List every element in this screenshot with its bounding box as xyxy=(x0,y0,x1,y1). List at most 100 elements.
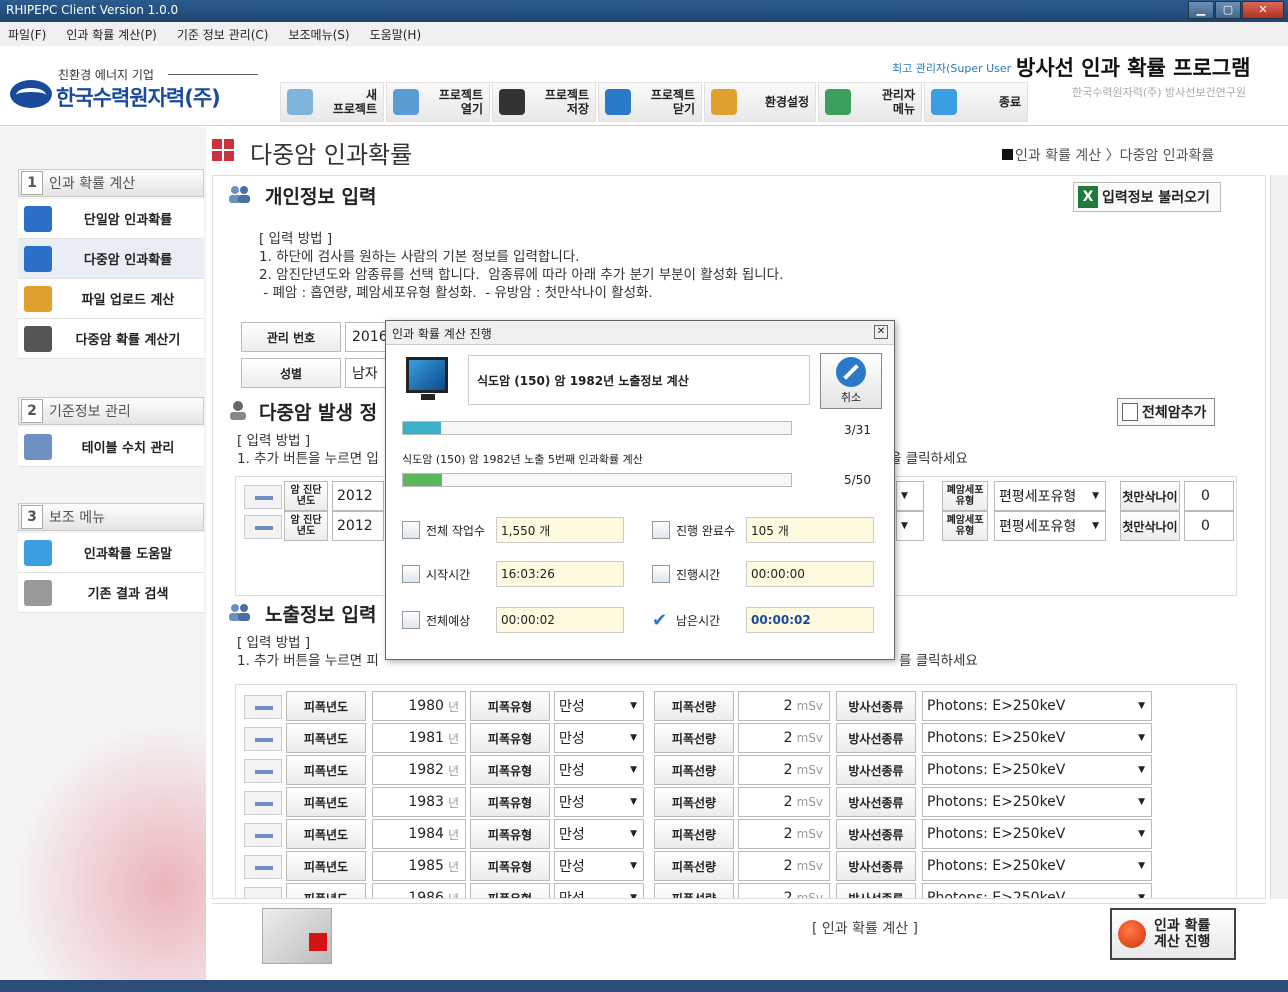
dose-input[interactable]: 2 mSv xyxy=(738,787,830,817)
cell-type-select[interactable]: 편평세포유형 ▼ xyxy=(994,511,1106,541)
remove-row-button[interactable] xyxy=(244,727,282,751)
exposure-year-input[interactable]: 1986 년 xyxy=(372,883,466,899)
dose-input[interactable]: 2 mSv xyxy=(738,755,830,785)
sidebar-item-0-2[interactable]: 파일 업로드 계산 xyxy=(18,279,204,319)
radiation-type-select[interactable]: Photons: E>250keV ▼ xyxy=(922,755,1152,785)
mgmt-number-label: 관리 번호 xyxy=(241,322,341,352)
menu-item-0[interactable]: 파일(F) xyxy=(8,26,46,42)
exposure-year-input[interactable]: 1980 년 xyxy=(372,691,466,721)
exposure-year-input[interactable]: 1982 년 xyxy=(372,755,466,785)
run-icon xyxy=(1118,920,1146,948)
exposure-type-select[interactable]: 만성 ▼ xyxy=(554,787,644,817)
first-birth-age-input[interactable]: 0 xyxy=(1184,511,1234,541)
first-birth-age-input[interactable]: 0 xyxy=(1184,481,1234,511)
sidebar-item-1-0[interactable]: 테이블 수치 관리 xyxy=(18,427,204,467)
sidebar-item-2-1[interactable]: 기존 결과 검색 xyxy=(18,573,204,613)
remove-row-button[interactable] xyxy=(244,515,282,539)
radiation-type-select[interactable]: Photons: E>250keV ▼ xyxy=(922,691,1152,721)
menu-item-2[interactable]: 기준 정보 관리(C) xyxy=(177,26,269,42)
radiation-type-label-text: 방사선종류 xyxy=(848,859,904,874)
personal-info-title: 개인정보 입력 xyxy=(265,186,377,208)
radiation-type-label-text: 방사선종류 xyxy=(848,699,904,714)
cell-dropdown[interactable]: ▼ xyxy=(896,481,924,511)
sidebar-item-2-0[interactable]: 인과확률 도움말 xyxy=(18,533,204,573)
remove-row-button[interactable] xyxy=(244,695,282,719)
run-calculation-label: 인과 확률 계산 진행 xyxy=(1154,918,1211,950)
radiation-type-select[interactable]: Photons: E>250keV ▼ xyxy=(922,787,1152,817)
exposure-type-select[interactable]: 만성 ▼ xyxy=(554,819,644,849)
cell-type-select[interactable]: 편평세포유형 ▼ xyxy=(994,481,1106,511)
year-unit: 년 xyxy=(447,859,459,874)
clock-icon xyxy=(652,565,670,583)
toolbar-button-6[interactable]: 종료 xyxy=(924,82,1028,122)
exposure-year-input[interactable]: 1985 년 xyxy=(372,851,466,881)
dialog-close-button[interactable]: ✕ xyxy=(874,325,888,339)
add-all-cancer-button[interactable]: 전체암추가 xyxy=(1117,398,1216,426)
sidebar-item-0-3[interactable]: 다중암 확률 계산기 xyxy=(18,319,204,359)
close-window-button[interactable]: ✕ xyxy=(1242,1,1284,19)
dose-input-text: 2 xyxy=(783,858,793,874)
exposure-year-input-text: 1981 xyxy=(408,730,444,746)
toolbar-button-4[interactable]: 환경설정 xyxy=(704,82,816,122)
sidebar-item-label: 기존 결과 검색 xyxy=(87,587,169,602)
menu-item-1[interactable]: 인과 확률 계산(P) xyxy=(66,26,156,42)
exposure-year-input[interactable]: 1984 년 xyxy=(372,819,466,849)
dialog-title: 인과 확률 계산 진행 xyxy=(392,327,492,341)
dropdown-caret-icon: ▼ xyxy=(630,893,637,899)
cancer-year-select[interactable]: 2012 xyxy=(332,511,384,541)
dose-input[interactable]: 2 mSv xyxy=(738,883,830,898)
load-input-button[interactable]: X 입력정보 불러오기 xyxy=(1073,182,1221,212)
cancel-button[interactable]: 취소 xyxy=(820,353,882,409)
remove-row-button[interactable] xyxy=(244,887,282,898)
dropdown-caret-icon: ▼ xyxy=(901,491,908,501)
dose-input[interactable]: 2 mSv xyxy=(738,691,830,721)
exposure-type-select[interactable]: 만성 ▼ xyxy=(554,723,644,753)
toolbar-button-0[interactable]: 새 프로젝트 xyxy=(280,82,384,122)
year-unit: 년 xyxy=(447,891,459,899)
sidebar-item-0-0[interactable]: 단일암 인과확률 xyxy=(18,199,204,239)
remove-row-button[interactable] xyxy=(244,855,282,879)
menu-item-4[interactable]: 도움말(H) xyxy=(370,26,422,42)
save-icon xyxy=(499,89,525,115)
cell-dropdown[interactable]: ▼ xyxy=(896,511,924,541)
exposure-row: 피폭년도 1985 년 피폭유형 만성 ▼ 피폭선량 2 mSv 방사선종류 Photons: E>… xyxy=(286,851,1206,881)
minimize-button[interactable]: ▁ xyxy=(1188,1,1214,19)
remove-row-button[interactable] xyxy=(244,823,282,847)
dose-input[interactable]: 2 mSv xyxy=(738,851,830,881)
task-icon xyxy=(652,521,670,539)
menu-item-3[interactable]: 보조메뉴(S) xyxy=(288,26,349,42)
section-title: 기준정보 관리 xyxy=(49,404,131,420)
exposure-type-select[interactable]: 만성 ▼ xyxy=(554,883,644,899)
toolbar-button-5[interactable]: 관리자 메뉴 xyxy=(818,82,922,122)
decorative-ribbon xyxy=(0,707,206,992)
first-birth-age-input-text: 0 xyxy=(1201,488,1210,504)
radiation-type-select[interactable]: Photons: E>250keV ▼ xyxy=(922,723,1152,753)
vertical-scrollbar[interactable] xyxy=(1270,175,1288,899)
toolbar-button-3[interactable]: 프로젝트 닫기 xyxy=(598,82,702,122)
cancer-year-select[interactable]: 2012 xyxy=(332,481,384,511)
exposure-row-area: 피폭년도 1980 년 피폭유형 만성 ▼ 피폭선량 2 mSv 방사선종류 Photons: E>… xyxy=(235,684,1237,899)
maximize-button[interactable]: ▢ xyxy=(1215,1,1241,19)
toolbar-button-2[interactable]: 프로젝트 저장 xyxy=(492,82,596,122)
sidebar: 1 인과 확률 계산 단일암 인과확률 다중암 인과확률 파일 업로드 계산 다중암 확률… xyxy=(0,127,206,992)
exposure-year-input[interactable]: 1983 년 xyxy=(372,787,466,817)
search-icon xyxy=(24,579,52,606)
radiation-type-select[interactable]: Photons: E>250keV ▼ xyxy=(922,819,1152,849)
dose-input[interactable]: 2 mSv xyxy=(738,819,830,849)
remove-row-button[interactable] xyxy=(244,791,282,815)
dose-input[interactable]: 2 mSv xyxy=(738,723,830,753)
radiation-type-select[interactable]: Photons: E>250keV ▼ xyxy=(922,883,1152,898)
exposure-type-select[interactable]: 만성 ▼ xyxy=(554,851,644,881)
exposure-type-select[interactable]: 만성 ▼ xyxy=(554,691,644,721)
remove-row-button[interactable] xyxy=(244,759,282,783)
sidebar-item-0-1[interactable]: 다중암 인과확률 xyxy=(18,239,204,279)
remove-row-button[interactable] xyxy=(244,485,282,509)
cube-icon xyxy=(24,205,52,232)
exposure-year-input[interactable]: 1981 년 xyxy=(372,723,466,753)
toolbar-button-1[interactable]: 프로젝트 열기 xyxy=(386,82,490,122)
run-calculation-button[interactable]: 인과 확률 계산 진행 xyxy=(1110,908,1236,960)
dialog-titlebar: 인과 확률 계산 진행 ✕ xyxy=(386,321,894,345)
toolbar-label: 새 프로젝트 xyxy=(332,88,377,116)
exposure-type-select[interactable]: 만성 ▼ xyxy=(554,755,644,785)
radiation-type-select[interactable]: Photons: E>250keV ▼ xyxy=(922,851,1152,881)
